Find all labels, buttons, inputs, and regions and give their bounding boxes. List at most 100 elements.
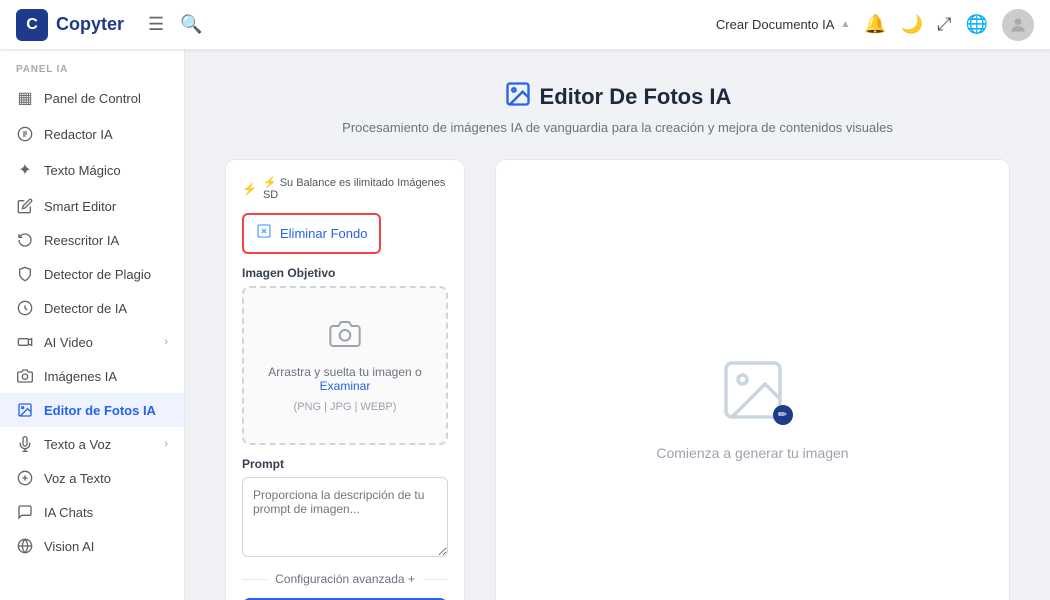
redactor-icon [16, 126, 34, 142]
search-button[interactable]: 🔍 [180, 14, 202, 35]
sidebar-item-label: Voz a Texto [44, 471, 168, 486]
photo-edit-icon [16, 402, 34, 418]
upload-area[interactable]: Arrastra y suelta tu imagen o Examinar (… [242, 286, 448, 445]
page-title: Editor De Fotos IA [342, 80, 893, 114]
moon-icon: 🌙 [901, 14, 923, 35]
prompt-section: Prompt [242, 457, 448, 560]
right-panel: ✏ Comienza a generar tu imagen [495, 159, 1010, 600]
globe-icon: 🌐 [966, 14, 988, 35]
moon-button[interactable]: 🌙 [901, 14, 923, 35]
sidebar-item-label: Panel de Control [44, 91, 168, 106]
magic-icon: ✦ [16, 160, 34, 180]
tts-icon [16, 436, 34, 452]
upload-browse-link[interactable]: Examinar [320, 379, 371, 393]
rewrite-icon [16, 232, 34, 248]
nav-right: Crear Documento IA ▲ 🔔 🌙 ⤢ 🌐 [716, 9, 1034, 41]
chevron-right-icon: › [164, 336, 168, 348]
sidebar-item-reescritor-ia[interactable]: Reescritor IA [0, 223, 184, 257]
sidebar-item-texto-magico[interactable]: ✦ Texto Mágico [0, 151, 184, 189]
menu-button[interactable]: ☰ [148, 14, 164, 35]
tool-card-label: Eliminar Fondo [280, 226, 367, 241]
menu-icon: ☰ [148, 14, 164, 35]
logo-text: Copyter [56, 14, 124, 35]
sidebar-item-label: Imágenes IA [44, 369, 168, 384]
sidebar-item-label: Redactor IA [44, 127, 168, 142]
sidebar-item-label: IA Chats [44, 505, 168, 520]
video-icon [16, 334, 34, 350]
preview-icon-container: ✏ [717, 354, 789, 429]
bell-button[interactable]: 🔔 [864, 14, 886, 35]
detector-icon [16, 300, 34, 316]
sidebar-item-vision-ai[interactable]: Vision AI [0, 529, 184, 563]
stt-icon [16, 470, 34, 486]
move-button[interactable]: ⤢ [937, 14, 951, 35]
upload-drag-text: Arrastra y suelta tu imagen o [268, 365, 421, 379]
content-area: ⚡ ⚡ Su Balance es ilimitado Imágenes SD … [225, 159, 1010, 600]
chevron-right-icon: › [164, 438, 168, 450]
sidebar-item-label: Smart Editor [44, 199, 168, 214]
nav-icons-left: ☰ 🔍 [148, 14, 203, 35]
page-title-icon [504, 80, 532, 114]
avatar[interactable] [1002, 9, 1034, 41]
image-section: Imagen Objetivo Arrastra y suelta tu ima… [242, 266, 448, 445]
sidebar-item-detector-plagio[interactable]: Detector de Plagio [0, 257, 184, 291]
search-icon: 🔍 [180, 14, 202, 35]
left-panel: ⚡ ⚡ Su Balance es ilimitado Imágenes SD … [225, 159, 465, 600]
bell-icon: 🔔 [864, 14, 886, 35]
sidebar-item-redactor-ia[interactable]: Redactor IA [0, 117, 184, 151]
sidebar-item-imagenes-ia[interactable]: Imágenes IA [0, 359, 184, 393]
sidebar-item-label: AI Video [44, 335, 154, 350]
upload-text: Arrastra y suelta tu imagen o Examinar [260, 365, 430, 393]
page-title-text: Editor De Fotos IA [540, 84, 732, 110]
prompt-label: Prompt [242, 457, 448, 471]
page-header: Editor De Fotos IA Procesamiento de imág… [342, 80, 893, 135]
sidebar-item-label: Reescritor IA [44, 233, 168, 248]
tool-cards: Eliminar Fondo [242, 213, 448, 254]
shield-icon [16, 266, 34, 282]
balance-notice: ⚡ ⚡ Su Balance es ilimitado Imágenes SD [242, 176, 448, 201]
chevron-up-icon: ▲ [840, 19, 850, 30]
body-layout: PANEL IA ▦ Panel de Control Redactor IA … [0, 50, 1050, 600]
advanced-config-link[interactable]: Configuración avanzada + [275, 572, 415, 586]
sidebar-item-editor-fotos[interactable]: Editor de Fotos IA [0, 393, 184, 427]
topnav: C Copyter ☰ 🔍 Crear Documento IA ▲ 🔔 🌙 ⤢… [0, 0, 1050, 50]
sidebar-item-label: Vision AI [44, 539, 168, 554]
lightning-icon: ⚡ [242, 182, 257, 196]
sidebar-item-texto-voz[interactable]: Texto a Voz › [0, 427, 184, 461]
main-content: Editor De Fotos IA Procesamiento de imág… [185, 50, 1050, 600]
image-section-label: Imagen Objetivo [242, 266, 448, 280]
move-icon: ⤢ [937, 14, 951, 35]
logo-box: C [16, 9, 48, 41]
sidebar-item-label: Editor de Fotos IA [44, 403, 168, 418]
advanced-config: Configuración avanzada + [242, 572, 448, 586]
sidebar-section-label: PANEL IA [0, 50, 184, 79]
sidebar: PANEL IA ▦ Panel de Control Redactor IA … [0, 50, 185, 600]
crear-documento-button[interactable]: Crear Documento IA ▲ [716, 17, 850, 32]
balance-text: ⚡ Su Balance es ilimitado Imágenes SD [263, 176, 448, 201]
prompt-textarea[interactable] [242, 477, 448, 557]
sidebar-item-detector-ia[interactable]: Detector de IA [0, 291, 184, 325]
image-remove-icon [256, 223, 272, 244]
sidebar-item-smart-editor[interactable]: Smart Editor [0, 189, 184, 223]
page-subtitle: Procesamiento de imágenes IA de vanguard… [342, 120, 893, 135]
sidebar-item-panel-control[interactable]: ▦ Panel de Control [0, 79, 184, 117]
logo-letter: C [26, 16, 38, 34]
camera-icon [16, 368, 34, 384]
logo-area: C Copyter [16, 9, 124, 41]
chat-icon [16, 504, 34, 520]
sidebar-item-label: Detector de Plagio [44, 267, 168, 282]
preview-badge: ✏ [773, 405, 793, 425]
sidebar-item-voz-texto[interactable]: Voz a Texto [0, 461, 184, 495]
edit-icon [16, 198, 34, 214]
sidebar-item-label: Texto Mágico [44, 163, 168, 178]
sidebar-item-ai-video[interactable]: AI Video › [0, 325, 184, 359]
upload-hint: (PNG | JPG | WEBP) [294, 401, 397, 413]
sidebar-item-ia-chats[interactable]: IA Chats [0, 495, 184, 529]
grid-icon: ▦ [16, 88, 34, 108]
tool-card-eliminar-fondo[interactable]: Eliminar Fondo [242, 213, 381, 254]
globe-button[interactable]: 🌐 [966, 14, 988, 35]
preview-text: Comienza a generar tu imagen [656, 445, 848, 461]
vision-icon [16, 538, 34, 554]
upload-icon [329, 318, 361, 357]
crear-documento-label: Crear Documento IA [716, 17, 835, 32]
